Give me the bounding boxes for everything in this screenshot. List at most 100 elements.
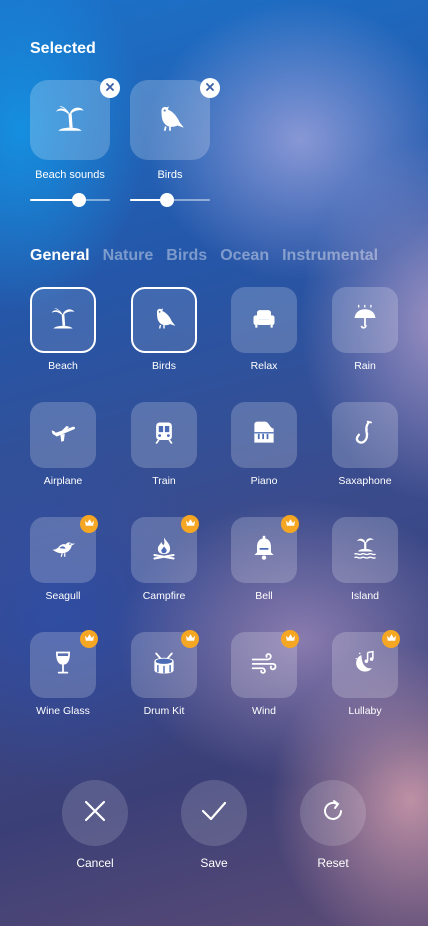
remove-button[interactable] bbox=[100, 78, 120, 98]
checkmark-icon bbox=[200, 797, 228, 830]
sound-tile[interactable] bbox=[231, 287, 297, 353]
sound-label: Relax bbox=[250, 360, 278, 372]
sound-label: Drum Kit bbox=[143, 705, 185, 717]
sound-item-wind: Wind bbox=[231, 630, 299, 717]
cancel-button[interactable] bbox=[62, 780, 128, 846]
save-label: Save bbox=[200, 856, 228, 870]
sound-item-train: Train bbox=[131, 402, 197, 487]
sound-label: Rain bbox=[354, 360, 376, 372]
crown-icon bbox=[185, 515, 196, 533]
sound-tile[interactable] bbox=[30, 402, 96, 468]
sound-label: Seagull bbox=[45, 590, 81, 602]
crown-icon bbox=[285, 630, 296, 648]
tab-birds[interactable]: Birds bbox=[166, 247, 207, 265]
sound-item-bell: Bell bbox=[231, 515, 299, 602]
slider-thumb[interactable] bbox=[72, 193, 86, 207]
tab-instrumental[interactable]: Instrumental bbox=[282, 247, 378, 265]
sound-item-island: Island bbox=[332, 517, 398, 602]
page-title: Selected bbox=[30, 40, 96, 57]
sound-item-saxophone: Saxaphone bbox=[332, 402, 398, 487]
wind-icon bbox=[250, 649, 278, 682]
reset-button[interactable] bbox=[300, 780, 366, 846]
wine-glass-icon bbox=[49, 649, 77, 682]
selected-tile[interactable] bbox=[30, 78, 120, 160]
volume-slider[interactable] bbox=[30, 193, 110, 207]
close-icon bbox=[105, 79, 115, 97]
premium-badge bbox=[281, 515, 299, 533]
sound-item-relax: Relax bbox=[231, 287, 297, 372]
train-icon bbox=[150, 419, 178, 452]
campfire-icon bbox=[150, 534, 178, 567]
premium-badge bbox=[181, 515, 199, 533]
sound-label: Beach bbox=[48, 360, 78, 372]
sound-item-piano: Piano bbox=[231, 402, 297, 487]
sound-tile[interactable] bbox=[30, 515, 98, 583]
tab-nature[interactable]: Nature bbox=[103, 247, 154, 265]
island-icon bbox=[351, 534, 379, 567]
palm-island-icon bbox=[49, 304, 77, 337]
sound-label: Piano bbox=[250, 475, 278, 487]
sound-label: Bell bbox=[255, 590, 273, 602]
sound-label: Airplane bbox=[43, 475, 83, 487]
bird-icon bbox=[153, 101, 187, 140]
selected-sound-beach: Beach sounds bbox=[30, 78, 120, 207]
save-button[interactable] bbox=[181, 780, 247, 846]
sound-item-wine-glass: Wine Glass bbox=[30, 630, 98, 717]
selected-sound-label: Birds bbox=[157, 169, 183, 181]
sound-tile[interactable] bbox=[332, 402, 398, 468]
airplane-icon bbox=[49, 419, 77, 452]
sound-tile[interactable] bbox=[231, 515, 299, 583]
sound-tile[interactable] bbox=[30, 630, 98, 698]
sound-tile[interactable] bbox=[30, 287, 96, 353]
bell-icon bbox=[250, 534, 278, 567]
sound-item-birds: Birds bbox=[131, 287, 197, 372]
sound-tile[interactable] bbox=[332, 287, 398, 353]
slider-thumb[interactable] bbox=[160, 193, 174, 207]
crown-icon bbox=[386, 630, 397, 648]
remove-button[interactable] bbox=[200, 78, 220, 98]
sound-tile[interactable] bbox=[131, 287, 197, 353]
palm-island-icon bbox=[53, 101, 87, 140]
sound-label: Saxaphone bbox=[338, 475, 392, 487]
volume-slider[interactable] bbox=[130, 193, 210, 207]
sound-label: Train bbox=[152, 475, 176, 487]
sound-label: Wind bbox=[252, 705, 276, 717]
selected-tile[interactable] bbox=[130, 78, 220, 160]
sound-item-drum-kit: Drum Kit bbox=[131, 630, 199, 717]
umbrella-rain-icon bbox=[351, 304, 379, 337]
sound-tile[interactable] bbox=[332, 630, 400, 698]
premium-badge bbox=[181, 630, 199, 648]
sound-tile[interactable] bbox=[131, 630, 199, 698]
crown-icon bbox=[285, 515, 296, 533]
sound-tile[interactable] bbox=[231, 402, 297, 468]
premium-badge bbox=[80, 630, 98, 648]
sound-tile[interactable] bbox=[231, 630, 299, 698]
sound-item-rain: Rain bbox=[332, 287, 398, 372]
sound-item-lullaby: Lullaby bbox=[332, 630, 400, 717]
sound-tile[interactable] bbox=[131, 515, 199, 583]
refresh-icon bbox=[320, 798, 346, 829]
tab-general[interactable]: General bbox=[30, 247, 90, 265]
sound-label: Lullaby bbox=[348, 705, 382, 717]
close-icon bbox=[205, 79, 215, 97]
sound-tile[interactable] bbox=[131, 402, 197, 468]
piano-icon bbox=[250, 419, 278, 452]
bird-icon bbox=[150, 304, 178, 337]
armchair-icon bbox=[250, 304, 278, 337]
save-action: Save bbox=[181, 780, 247, 870]
cancel-label: Cancel bbox=[76, 856, 114, 870]
crown-icon bbox=[185, 630, 196, 648]
premium-badge bbox=[382, 630, 400, 648]
close-icon bbox=[82, 798, 108, 829]
selected-sound-birds: Birds bbox=[130, 78, 220, 207]
tab-ocean[interactable]: Ocean bbox=[220, 247, 269, 265]
premium-badge bbox=[80, 515, 98, 533]
crown-icon bbox=[84, 630, 95, 648]
drum-icon bbox=[150, 649, 178, 682]
sound-label: Campfire bbox=[142, 590, 186, 602]
cancel-action: Cancel bbox=[62, 780, 128, 870]
category-tabs: General Nature Birds Ocean Instrumental bbox=[30, 247, 391, 265]
sound-tile[interactable] bbox=[332, 517, 398, 583]
seagull-icon bbox=[49, 534, 77, 567]
sound-item-campfire: Campfire bbox=[131, 515, 199, 602]
